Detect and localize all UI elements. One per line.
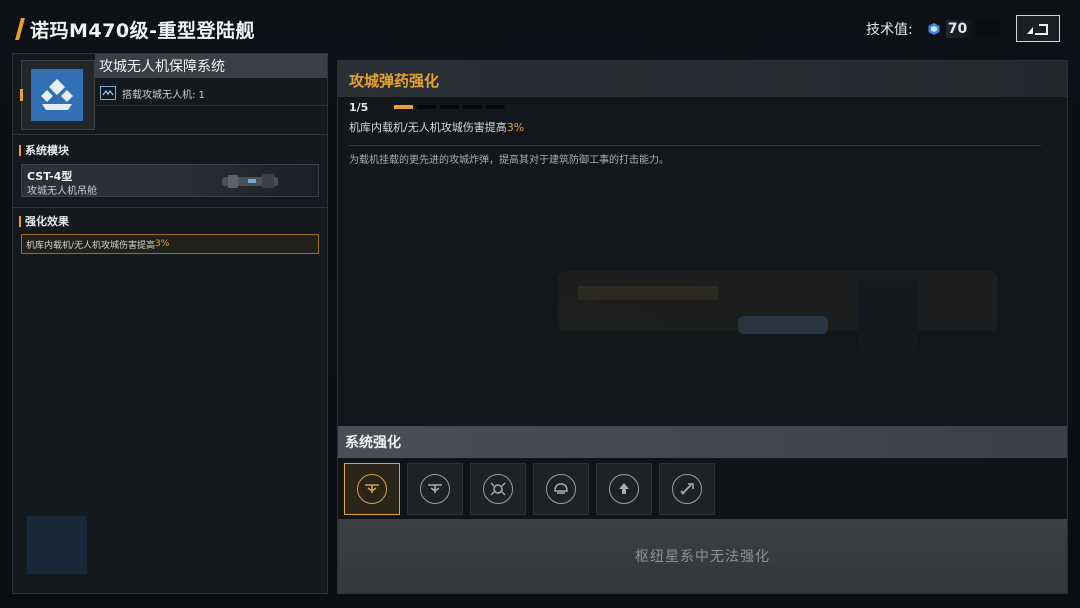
enhancement-slot-1[interactable] — [344, 463, 400, 515]
system-icon-frame[interactable] — [20, 60, 95, 130]
enhancement-title: 系统强化 — [345, 435, 401, 451]
locked-message: 枢纽星系中无法强化 — [635, 549, 770, 565]
helmet-drone-icon — [546, 474, 576, 504]
level-segment — [440, 105, 460, 109]
upgrade-progress: 1/5 — [349, 100, 509, 114]
enhancement-slot-5[interactable] — [596, 463, 652, 515]
upgrade-divider — [349, 145, 1041, 146]
section-accent-bar — [19, 144, 21, 156]
ship-background-art — [558, 271, 998, 351]
section-accent-bar — [19, 215, 21, 227]
effect-summary: 机库内载机/无人机攻城伤害提高 3% — [21, 234, 319, 254]
tech-value-display: 技术值: 70 — [866, 18, 1002, 40]
tech-value: 70 — [945, 20, 1002, 38]
enhancement-slot-row — [338, 459, 1067, 519]
enhancement-slot-4[interactable] — [533, 463, 589, 515]
enhancement-slot-6[interactable] — [659, 463, 715, 515]
effect-section-label: 强化效果 — [19, 213, 69, 229]
effect-section-text: 强化效果 — [25, 215, 69, 228]
upgrade-effect-text: 机库内载机/无人机攻城伤害提高 — [349, 121, 507, 134]
module-description: 攻城无人机吊舱 — [27, 186, 97, 197]
system-name-row: 攻城无人机保障系统 — [95, 54, 327, 78]
back-button[interactable] — [1016, 15, 1060, 42]
module-card[interactable]: CST-4型 攻城无人机吊舱 — [21, 164, 319, 197]
drone-pod-image — [222, 174, 278, 188]
upgrade-description: 为载机挂载的更先进的攻城炸弹，提高其对于建筑防御工事的打击能力。 — [349, 155, 669, 166]
level-segment — [394, 105, 414, 109]
enhancement-header: 系统强化 — [338, 426, 1067, 458]
module-section-text: 系统模块 — [25, 144, 69, 157]
tech-point-icon — [928, 23, 940, 35]
level-segment — [486, 105, 506, 109]
effect-summary-value: 3% — [155, 239, 170, 249]
upgrade-detail-panel: 攻城弹药强化 1/5 机库内载机/无人机攻城伤害提高3% 为载机挂载的更先进的攻… — [337, 60, 1068, 594]
back-arrow-icon — [1027, 23, 1048, 35]
system-info-panel: 攻城无人机保障系统 搭载攻城无人机: 1 系统模块 CST-4型 攻城无人机吊舱… — [12, 53, 328, 594]
drone-icon — [357, 474, 387, 504]
carry-info-row: 搭载攻城无人机: 1 — [95, 81, 327, 106]
carry-count-text: 搭载攻城无人机: 1 — [122, 89, 205, 101]
upgrade-effect: 机库内载机/无人机攻城伤害提高3% — [349, 119, 524, 135]
drone-carrier-icon — [100, 86, 116, 100]
missile-icon — [672, 474, 702, 504]
upgrade-effect-value: 3% — [506, 121, 525, 134]
arrow-up-icon — [609, 474, 639, 504]
upgrade-header: 攻城弹药强化 — [338, 61, 1067, 97]
radar-drone-icon — [483, 474, 513, 504]
level-segment — [463, 105, 483, 109]
effect-summary-text: 机库内载机/无人机攻城伤害提高 — [26, 240, 156, 251]
level-segment — [417, 105, 437, 109]
page-header: 诺玛M470级-重型登陆舰 — [15, 14, 255, 44]
module-section-label: 系统模块 — [19, 142, 69, 158]
drone-bay-icon — [41, 79, 73, 110]
system-name: 攻城无人机保障系统 — [99, 59, 225, 75]
tech-label: 技术值: — [866, 22, 913, 38]
faded-system-icon — [27, 516, 87, 574]
enhancement-slot-3[interactable] — [470, 463, 526, 515]
upgrade-title: 攻城弹药强化 — [349, 72, 440, 90]
system-icon — [31, 69, 83, 121]
enhancement-slot-2[interactable] — [407, 463, 463, 515]
system-header: 攻城无人机保障系统 搭载攻城无人机: 1 — [13, 54, 327, 135]
page-title: 诺玛M470级-重型登陆舰 — [30, 19, 255, 42]
enhancement-locked-area: 枢纽星系中无法强化 — [338, 519, 1067, 593]
section-divider — [13, 207, 327, 208]
system-icon-tag — [20, 89, 23, 101]
drone-icon — [420, 474, 450, 504]
upgrade-level-text: 1/5 — [349, 100, 369, 114]
